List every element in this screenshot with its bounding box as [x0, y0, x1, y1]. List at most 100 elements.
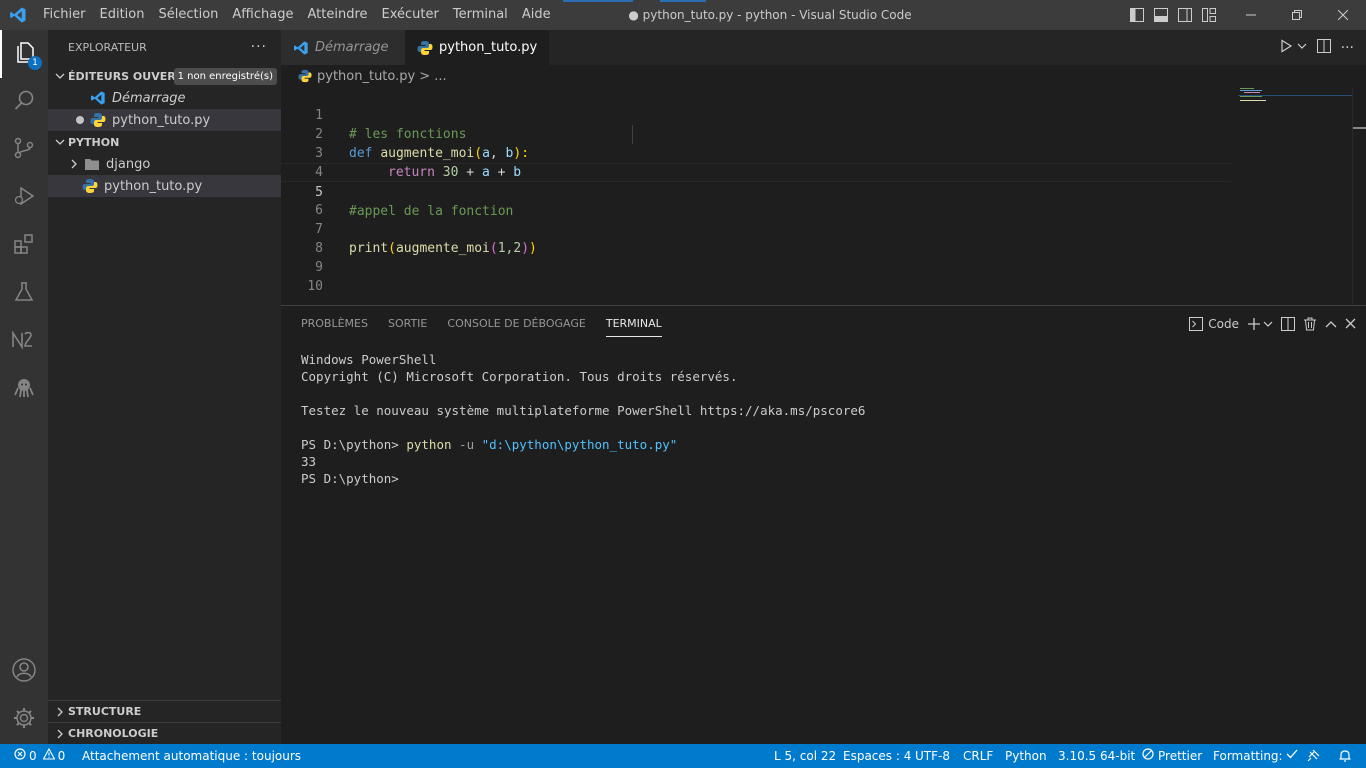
menu-affichage[interactable]: Affichage	[225, 0, 300, 30]
eol-status[interactable]: CRLF	[963, 744, 993, 768]
split-editor-icon[interactable]	[1316, 38, 1331, 57]
unsaved-dot-icon	[76, 116, 84, 124]
activity-nx-console[interactable]	[0, 318, 48, 366]
activity-testing[interactable]	[0, 270, 48, 318]
activity-accounts[interactable]	[0, 648, 48, 696]
tab-problems[interactable]: PROBLÈMES	[291, 306, 378, 341]
panel-actions: Code	[1189, 306, 1356, 341]
flask-icon	[12, 280, 36, 308]
chevron-down-icon	[52, 71, 68, 81]
run-python-file-icon[interactable]	[1279, 38, 1293, 57]
nx-icon	[11, 330, 37, 354]
activity-github[interactable]	[0, 366, 48, 414]
terminal-line: Copyright (C) Microsoft Corporation. Tou…	[301, 369, 738, 384]
vscode-file-icon	[293, 40, 309, 56]
gear-icon	[12, 706, 36, 734]
tab-demarrage[interactable]: Démarrage	[281, 30, 405, 65]
timeline-header[interactable]: CHRONOLOGIE	[48, 722, 281, 744]
open-editor-item-demarrage[interactable]: Démarrage	[48, 87, 281, 109]
toggle-sidebar-icon[interactable]	[1128, 6, 1146, 24]
activity-explorer[interactable]: 1	[0, 30, 48, 78]
activity-manage[interactable]	[0, 696, 48, 744]
folder-icon	[84, 156, 100, 172]
breadcrumb-separator[interactable]: > ...	[419, 69, 446, 84]
tree-item-django[interactable]: django	[48, 153, 281, 175]
editor-scrollbar[interactable]	[1352, 87, 1366, 305]
search-icon	[12, 88, 36, 116]
menu-terminal[interactable]: Terminal	[446, 0, 515, 30]
indentation-status[interactable]: Espaces : 4	[843, 744, 911, 768]
auto-attach-status[interactable]: Attachement automatique : toujours	[82, 744, 301, 768]
explorer-sidebar: EXPLORATEUR ··· ÉDITEURS OUVERTS 1 non e…	[48, 30, 281, 744]
status-bar: 0 0 Attachement automatique : toujours L…	[0, 744, 1366, 768]
activity-extensions[interactable]	[0, 222, 48, 270]
code-line: 7 print(augmente_moi(1,2))	[281, 201, 1231, 256]
customize-layout-icon[interactable]	[1200, 6, 1218, 24]
new-terminal-icon[interactable]	[1247, 317, 1261, 331]
code-editor[interactable]: 1 # les fonctions 2 def augmente_moi(a, …	[281, 87, 1366, 305]
python-file-icon	[82, 178, 98, 194]
python-interpreter[interactable]: 3.10.5 64-bit	[1058, 744, 1135, 768]
python-file-icon	[297, 68, 313, 84]
terminal-line: Windows PowerShell	[301, 352, 437, 367]
breadcrumb-file[interactable]: python_tuto.py	[317, 69, 415, 84]
close-panel-icon[interactable]	[1345, 318, 1356, 329]
code-line: 10	[281, 258, 1231, 294]
open-editor-item-python-tuto[interactable]: python_tuto.py	[48, 109, 281, 131]
cursor-position[interactable]: L 5, col 22	[774, 744, 836, 768]
open-editors-label: ÉDITEURS OUVERTS	[68, 69, 191, 83]
python-file-icon	[90, 112, 106, 128]
prettier-status[interactable]: Prettier	[1142, 744, 1202, 768]
terminal-output[interactable]: Windows PowerShell Copyright (C) Microso…	[301, 351, 865, 487]
panel-tabs: PROBLÈMES SORTIE CONSOLE DE DÉBOGAGE TER…	[291, 306, 672, 341]
tab-debug-console[interactable]: CONSOLE DE DÉBOGAGE	[437, 306, 595, 341]
window-controls	[1228, 0, 1366, 30]
toggle-panel-icon[interactable]	[1152, 6, 1170, 24]
menu-edition[interactable]: Edition	[93, 0, 152, 30]
feedback-icon[interactable]	[1306, 744, 1320, 768]
menu-fichier[interactable]: Fichier	[36, 0, 93, 30]
more-actions-icon[interactable]: ···	[251, 39, 267, 55]
language-mode[interactable]: Python	[1005, 744, 1047, 768]
window-title: ● python_tuto.py - python - Visual Studi…	[628, 8, 912, 22]
formatting-status[interactable]: Formatting:	[1213, 744, 1298, 768]
explorer-badge: 1	[28, 56, 42, 70]
notifications-bell-icon[interactable]	[1338, 744, 1352, 768]
menu-selection[interactable]: Sélection	[151, 0, 225, 30]
outline-header[interactable]: STRUCTURE	[48, 700, 281, 722]
outline-label: STRUCTURE	[68, 705, 142, 718]
python-file-icon	[417, 40, 433, 56]
menu-executer[interactable]: Exécuter	[375, 0, 446, 30]
tree-item-python-tuto[interactable]: python_tuto.py	[48, 175, 281, 197]
activity-source-control[interactable]	[0, 126, 48, 174]
activity-run-debug[interactable]	[0, 174, 48, 222]
folder-python-header[interactable]: PYTHON	[48, 131, 281, 153]
terminal-selector[interactable]: Code	[1189, 316, 1239, 331]
octopus-icon	[12, 376, 36, 404]
trash-icon[interactable]	[1303, 317, 1317, 331]
open-editors-header[interactable]: ÉDITEURS OUVERTS 1 non enregistré(s)	[48, 65, 281, 87]
problems-status[interactable]: 0 0	[14, 744, 65, 768]
toggle-secondary-sidebar-icon[interactable]	[1176, 6, 1194, 24]
run-options-chevron-icon[interactable]	[1297, 40, 1307, 55]
tab-terminal[interactable]: TERMINAL	[596, 306, 672, 341]
tab-python-tuto[interactable]: python_tuto.py	[405, 30, 549, 65]
activity-search[interactable]	[0, 78, 48, 126]
encoding-status[interactable]: UTF-8	[915, 744, 950, 768]
terminal-chevron-down-icon[interactable]	[1263, 319, 1273, 329]
more-actions-icon[interactable]: ···	[1341, 40, 1354, 56]
maximize-panel-icon[interactable]	[1325, 319, 1337, 329]
menu-aide[interactable]: Aide	[515, 0, 558, 30]
split-terminal-icon[interactable]	[1281, 316, 1295, 331]
minimize-icon[interactable]	[1228, 0, 1274, 30]
minimap[interactable]	[1238, 87, 1352, 305]
code-line: 9	[281, 239, 1231, 275]
tab-output[interactable]: SORTIE	[378, 306, 437, 341]
terminal-icon	[1189, 316, 1204, 331]
restore-icon[interactable]	[1274, 0, 1320, 30]
menu-atteindre[interactable]: Atteindre	[300, 0, 374, 30]
code-line-current: 5 #appel de la fonction	[281, 163, 1231, 219]
close-window-icon[interactable]	[1320, 0, 1366, 30]
sidebar-bottom-sections: STRUCTURE CHRONOLOGIE	[48, 700, 281, 744]
